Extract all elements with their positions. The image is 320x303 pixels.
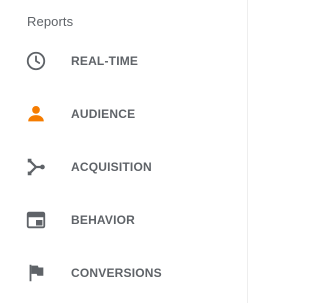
sidebar-item-label: CONVERSIONS <box>71 265 162 280</box>
sidebar-item-label: AUDIENCE <box>71 106 136 121</box>
sidebar-item-behavior[interactable]: BEHAVIOR <box>0 193 247 246</box>
flag-icon <box>24 261 48 285</box>
sidebar-item-conversions[interactable]: CONVERSIONS <box>0 246 247 299</box>
behavior-icon <box>24 208 48 232</box>
sidebar-item-label: BEHAVIOR <box>71 212 136 227</box>
sidebar-item-label: REAL-TIME <box>71 53 139 68</box>
sidebar-item-audience[interactable]: AUDIENCE <box>0 87 247 140</box>
sidebar-item-acquisition[interactable]: ACQUISITION <box>0 140 247 193</box>
acquisition-icon <box>24 155 48 179</box>
reports-sidebar: Reports REAL-TIME AUDIENCE ACQUISITION B… <box>0 0 248 303</box>
clock-icon <box>24 49 48 73</box>
sidebar-item-label: ACQUISITION <box>71 159 152 174</box>
sidebar-item-real-time[interactable]: REAL-TIME <box>0 34 247 87</box>
section-title: Reports <box>27 14 74 29</box>
person-icon <box>24 102 48 126</box>
